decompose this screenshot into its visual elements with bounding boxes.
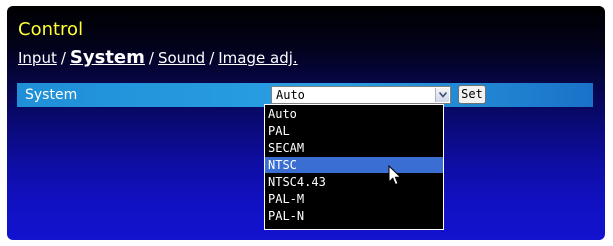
option-pal[interactable]: PAL bbox=[265, 123, 443, 139]
option-pal-n[interactable]: PAL-N bbox=[265, 208, 443, 224]
breadcrumb-input-link[interactable]: Input bbox=[18, 49, 57, 67]
breadcrumb-system-link[interactable]: System bbox=[70, 47, 145, 68]
mouse-pointer-icon bbox=[388, 164, 402, 191]
option-ntsc[interactable]: NTSC bbox=[265, 157, 443, 173]
system-label: System bbox=[25, 87, 78, 103]
option-secam[interactable]: SECAM bbox=[265, 140, 443, 156]
page-title: Control bbox=[18, 19, 84, 40]
breadcrumb-separator: / bbox=[209, 49, 215, 67]
breadcrumb-separator: / bbox=[148, 49, 154, 67]
breadcrumb: Input / System / Sound / Image adj. bbox=[18, 48, 298, 68]
breadcrumb-image-adj-link[interactable]: Image adj. bbox=[218, 49, 297, 67]
breadcrumb-separator: / bbox=[60, 49, 66, 67]
option-auto[interactable]: Auto bbox=[265, 106, 443, 122]
system-dropdown-list: Auto PAL SECAM NTSC NTSC4.43 PAL-M PAL-N bbox=[264, 104, 444, 230]
system-select[interactable]: Auto bbox=[271, 86, 451, 104]
option-pal-m[interactable]: PAL-M bbox=[265, 191, 443, 207]
option-ntsc4-43[interactable]: NTSC4.43 bbox=[265, 174, 443, 190]
set-button[interactable]: Set bbox=[458, 85, 486, 104]
breadcrumb-sound-link[interactable]: Sound bbox=[158, 49, 205, 67]
system-select-value: Auto bbox=[276, 88, 305, 102]
chevron-down-icon[interactable] bbox=[435, 88, 449, 102]
